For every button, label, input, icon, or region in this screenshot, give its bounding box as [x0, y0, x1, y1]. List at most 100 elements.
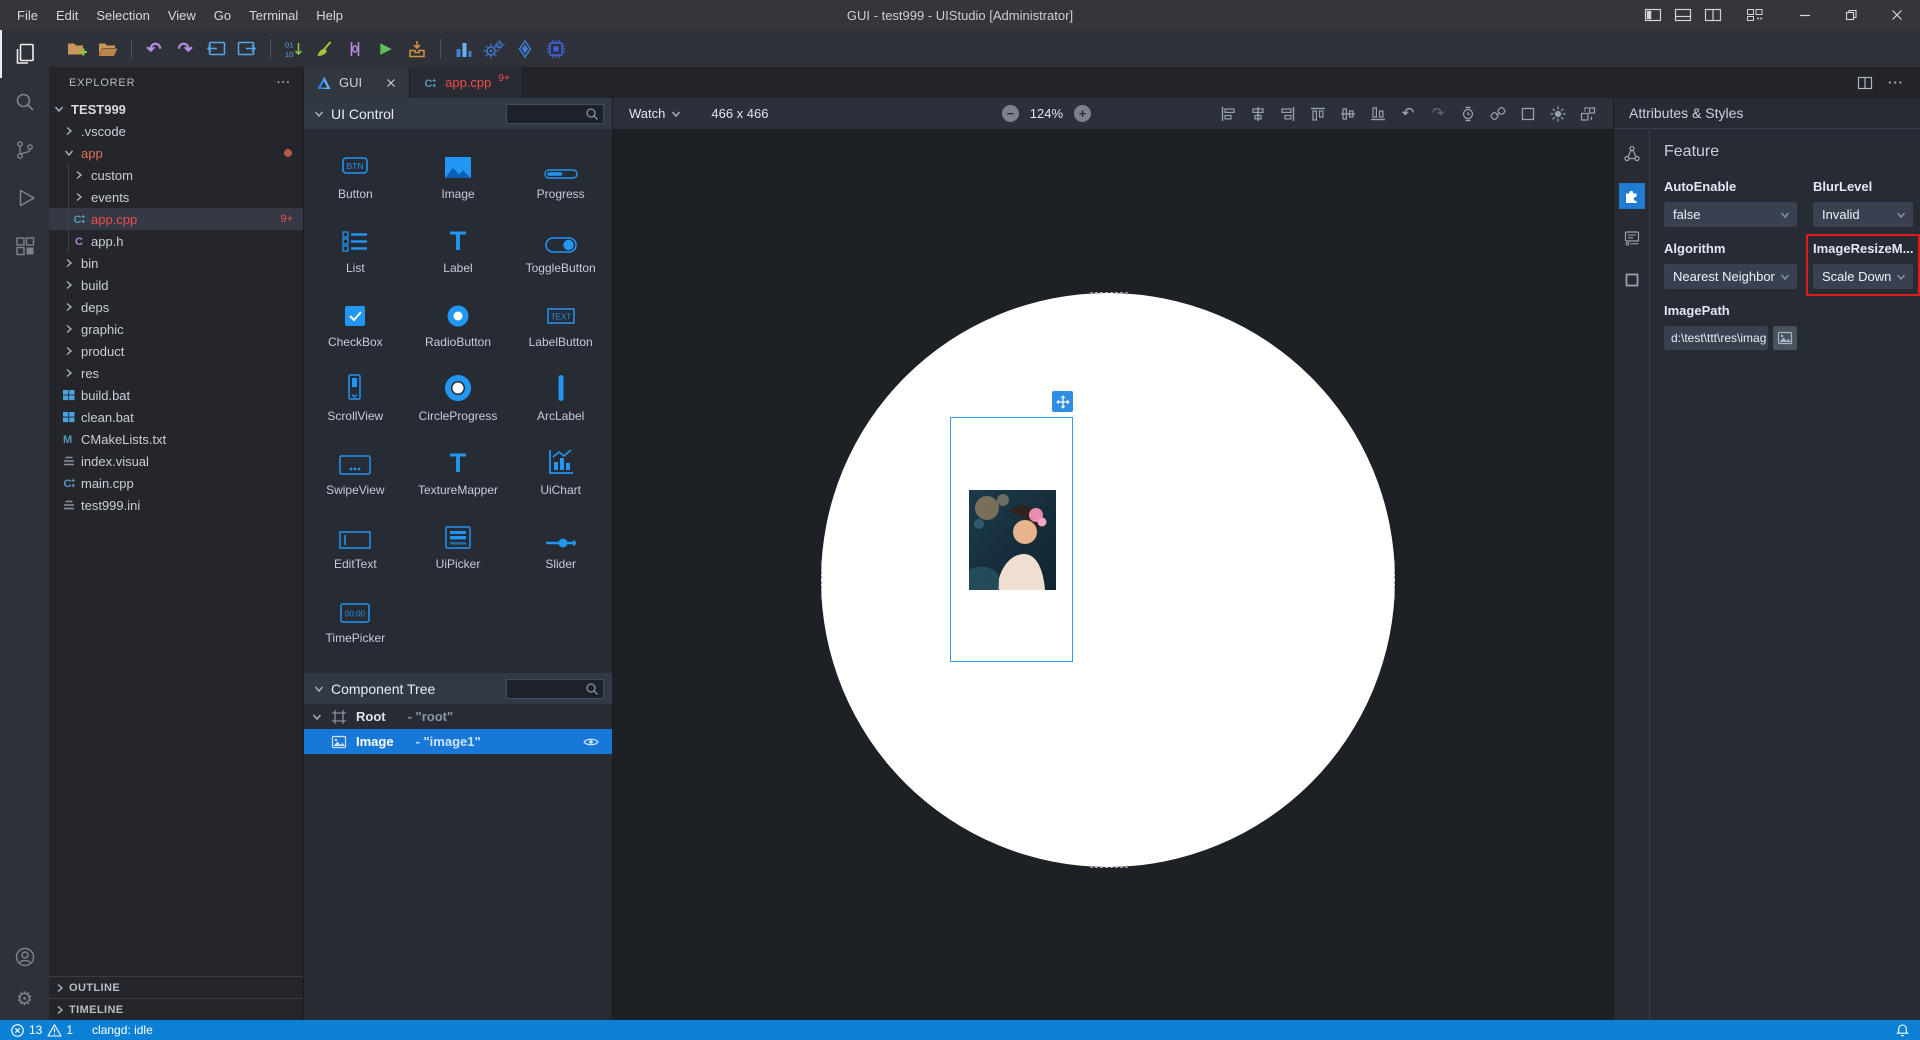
align-right-icon[interactable]	[1275, 102, 1301, 126]
control-uipicker[interactable]: UiPicker	[407, 511, 510, 585]
control-texturemapper[interactable]: TTextureMapper	[407, 437, 510, 511]
close-icon[interactable]	[1874, 0, 1920, 30]
files-icon[interactable]	[0, 30, 49, 78]
control-scrollview[interactable]: ScrollView	[304, 363, 407, 437]
align-top-icon[interactable]	[1305, 102, 1331, 126]
align-center-icon[interactable]	[1245, 102, 1271, 126]
menu-selection[interactable]: Selection	[87, 4, 158, 27]
layout-panel-icon[interactable]	[1668, 0, 1698, 30]
image-widget[interactable]	[969, 490, 1056, 590]
minimize-icon[interactable]	[1782, 0, 1828, 30]
split-editor-icon[interactable]	[1856, 75, 1874, 91]
control-labelbutton[interactable]: TEXTLabelButton	[509, 289, 612, 363]
border2-icon[interactable]	[1619, 267, 1645, 293]
field-input[interactable]: d:\test\ttt\res\imag	[1664, 326, 1768, 350]
menu-edit[interactable]: Edit	[47, 4, 87, 27]
folder-new-icon[interactable]	[64, 36, 90, 62]
border-icon[interactable]	[1515, 102, 1541, 126]
redo2-icon[interactable]: ↷	[1425, 102, 1451, 126]
undo2-icon[interactable]: ↶	[1395, 102, 1421, 126]
notifications-bell-icon[interactable]	[1895, 1023, 1910, 1038]
control-circleprogress[interactable]: CircleProgress	[407, 363, 510, 437]
align-left-icon[interactable]	[1215, 102, 1241, 126]
tree-item-events[interactable]: events	[49, 186, 303, 208]
control-arclabel[interactable]: ArcLabel	[509, 363, 612, 437]
more-actions-icon[interactable]: ···	[277, 77, 291, 89]
control-progress[interactable]: Progress	[509, 141, 612, 215]
format-icon[interactable]	[342, 36, 368, 62]
redo-icon[interactable]: ↷	[172, 36, 198, 62]
menu-file[interactable]: File	[8, 4, 47, 27]
design-canvas[interactable]	[613, 129, 1613, 1020]
control-button[interactable]: BTNButton	[304, 141, 407, 215]
menu-go[interactable]: Go	[205, 4, 240, 27]
tree-item-build[interactable]: build	[49, 274, 303, 296]
tree-item-index-visual[interactable]: index.visual	[49, 450, 303, 472]
control-edittext[interactable]: EditText	[304, 511, 407, 585]
layout-custom-icon[interactable]	[1740, 0, 1770, 30]
device-select[interactable]: Watch	[629, 106, 681, 121]
designer-icon[interactable]	[0, 222, 49, 270]
layout-sidebar-icon[interactable]	[1638, 0, 1668, 30]
field-select[interactable]: Invalid	[1813, 202, 1913, 227]
component-image[interactable]: Image- "image1"	[304, 729, 612, 754]
tab-gui[interactable]: GUI	[304, 67, 410, 98]
zoom-in-button[interactable]: +	[1074, 105, 1091, 122]
control-list[interactable]: List	[304, 215, 407, 289]
control-togglebutton[interactable]: ToggleButton	[509, 215, 612, 289]
menu-help[interactable]: Help	[307, 4, 352, 27]
chip-icon[interactable]	[543, 36, 569, 62]
problems-errors[interactable]: 13	[10, 1023, 42, 1038]
account-icon[interactable]	[0, 936, 49, 978]
component-tree-header[interactable]: Component Tree	[304, 673, 612, 704]
watch-face-circle[interactable]	[821, 293, 1395, 867]
tree-item-res[interactable]: res	[49, 362, 303, 384]
tree-item-vscode[interactable]: .vscode	[49, 120, 303, 142]
field-select[interactable]: false	[1664, 202, 1797, 227]
tree-item-bin[interactable]: bin	[49, 252, 303, 274]
debug-icon[interactable]	[0, 174, 49, 222]
align-bottom-icon[interactable]	[1365, 102, 1391, 126]
component-tree-search-input[interactable]	[506, 679, 604, 699]
section-timeline[interactable]: TIMELINE	[49, 998, 303, 1020]
problems-warnings[interactable]: 1	[47, 1023, 73, 1038]
tree-item-build-bat[interactable]: build.bat	[49, 384, 303, 406]
align-middle-icon[interactable]	[1335, 102, 1361, 126]
feature-icon[interactable]	[1619, 183, 1645, 209]
node-icon[interactable]	[1619, 141, 1645, 167]
menu-view[interactable]: View	[159, 4, 205, 27]
tree-item-main-cpp[interactable]: Cmain.cpp	[49, 472, 303, 494]
control-timepicker[interactable]: 00:00TimePicker	[304, 585, 407, 659]
field-select[interactable]: Nearest Neighbor	[1664, 264, 1797, 289]
tab-app-cpp[interactable]: Capp.cpp9+	[410, 67, 523, 98]
clean-icon[interactable]	[311, 36, 337, 62]
tree-item-app[interactable]: app	[49, 142, 303, 164]
visibility-eye-icon[interactable]	[582, 735, 600, 749]
settings-icon[interactable]: ⚙	[0, 978, 49, 1020]
control-image[interactable]: Image	[407, 141, 510, 215]
shader-icon[interactable]	[512, 36, 538, 62]
control-label[interactable]: TLabel	[407, 215, 510, 289]
layout-split-icon[interactable]	[1698, 0, 1728, 30]
section-outline[interactable]: OUTLINE	[49, 976, 303, 998]
deploy-icon[interactable]	[404, 36, 430, 62]
bind-icon[interactable]	[1485, 102, 1511, 126]
field-select[interactable]: Scale Down	[1813, 264, 1913, 289]
image-widget-selection[interactable]	[950, 417, 1073, 662]
menu-terminal[interactable]: Terminal	[240, 4, 307, 27]
tree-item-cmakelists-txt[interactable]: MCMakeLists.txt	[49, 428, 303, 450]
move-handle[interactable]	[1052, 391, 1073, 412]
transform-icon[interactable]	[1575, 102, 1601, 126]
ui-control-header[interactable]: UI Control	[304, 98, 612, 129]
tree-item-deps[interactable]: deps	[49, 296, 303, 318]
tree-item-test999-ini[interactable]: test999.ini	[49, 494, 303, 516]
form-icon[interactable]	[1619, 225, 1645, 251]
control-swipeview[interactable]: SwipeView	[304, 437, 407, 511]
tree-item-graphic[interactable]: graphic	[49, 318, 303, 340]
control-uichart[interactable]: UiChart	[509, 437, 612, 511]
editor-back-icon[interactable]	[203, 36, 229, 62]
undo-icon[interactable]: ↶	[141, 36, 167, 62]
control-slider[interactable]: Slider	[509, 511, 612, 585]
tree-item-test999[interactable]: TEST999	[49, 98, 303, 120]
tree-item-custom[interactable]: custom	[49, 164, 303, 186]
